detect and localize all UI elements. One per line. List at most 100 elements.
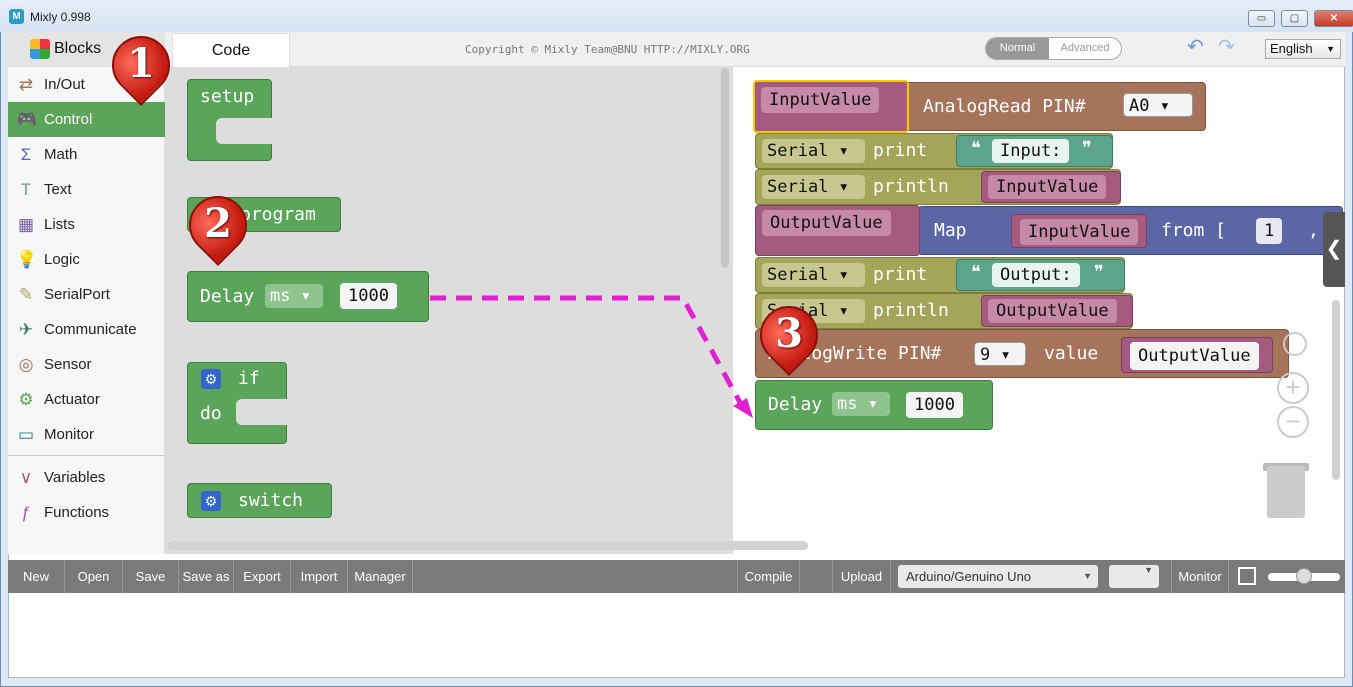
port-select[interactable]: ▼	[1109, 565, 1159, 588]
drag-arrow	[430, 295, 753, 418]
delay-value-field[interactable]: 1000	[340, 283, 397, 309]
mode-normal-option[interactable]: Normal	[986, 38, 1049, 59]
compile-button[interactable]: Compile	[737, 560, 800, 593]
toolbar-spacer	[800, 560, 833, 593]
text-block[interactable]: ❝ Output: ❞	[956, 259, 1125, 291]
mode-advanced-option[interactable]: Advanced	[1049, 38, 1121, 59]
undo-icon[interactable]: ↶	[1187, 37, 1209, 57]
workspace-vscrollbar[interactable]	[1332, 300, 1340, 480]
minimize-button[interactable]: ▭	[1248, 10, 1275, 27]
gear-icon[interactable]: ⚙	[201, 369, 221, 389]
set-outputvalue-block[interactable]: OutputValue	[755, 205, 920, 256]
from-value-field[interactable]: 1	[1256, 218, 1283, 244]
variable-get-block[interactable]: OutputValue	[1121, 337, 1273, 373]
delay-unit-dropdown[interactable]: ms ▾	[265, 284, 323, 308]
text-block[interactable]: ❝ Input: ❞	[956, 135, 1113, 167]
tab-code[interactable]: Code	[172, 33, 290, 67]
manager-button[interactable]: Manager	[348, 560, 413, 593]
export-button[interactable]: Export	[234, 560, 291, 593]
flyout-scrollbar[interactable]	[721, 68, 729, 268]
sidebar-item-variables[interactable]: ∨ Variables	[8, 460, 165, 495]
sidebar-toggle-icon[interactable]: ❮	[1323, 212, 1345, 287]
text-field[interactable]: Input:	[992, 139, 1070, 163]
output-console[interactable]	[9, 593, 1344, 677]
zoom-in-icon[interactable]: +	[1277, 372, 1309, 404]
setup-label: setup	[200, 86, 255, 107]
maximize-button[interactable]: ▢	[1281, 10, 1308, 27]
pin-dropdown[interactable]: A0 ▾	[1123, 93, 1193, 117]
map-block[interactable]: Map InputValue from [ 1 ,	[918, 206, 1343, 255]
setup-block[interactable]: setup	[187, 79, 273, 161]
workspace-hscrollbar[interactable]	[168, 541, 808, 550]
serial-dropdown[interactable]: Serial ▾	[762, 175, 865, 199]
monitor-button[interactable]: Monitor	[1171, 560, 1229, 593]
analogwrite-block[interactable]: AnalogWrite PIN# 9 ▾ value OutputValue	[755, 329, 1289, 378]
zoom-out-icon[interactable]: −	[1277, 406, 1309, 438]
sidebar-item-monitor[interactable]: ▭ Monitor	[8, 417, 165, 452]
marker-3-number: 3	[775, 310, 803, 357]
new-button[interactable]: New	[8, 560, 65, 593]
delay-unit-dropdown[interactable]: ms ▾	[832, 392, 890, 416]
redo-icon[interactable]: ↷	[1218, 37, 1240, 57]
serial-dropdown[interactable]: Serial ▾	[762, 139, 865, 163]
variable-field[interactable]: InputValue	[988, 175, 1107, 199]
communicate-icon: ✈	[18, 320, 34, 339]
sidebar-item-communicate[interactable]: ✈ Communicate	[8, 312, 165, 347]
variable-get-block[interactable]: OutputValue	[981, 295, 1133, 327]
quote-left-icon: ❝	[971, 262, 981, 282]
import-button[interactable]: Import	[291, 560, 348, 593]
variable-field[interactable]: OutputValue	[1130, 342, 1259, 370]
variable-get-block[interactable]: InputValue	[981, 171, 1121, 203]
center-icon[interactable]	[1283, 332, 1307, 356]
board-select[interactable]: Arduino/Genuino Uno ▼	[898, 565, 1098, 588]
sidebar-item-actuator[interactable]: ⚙ Actuator	[8, 382, 165, 417]
close-button[interactable]: ✕	[1314, 10, 1353, 27]
title-bar	[0, 0, 1353, 32]
save-button[interactable]: Save	[123, 560, 179, 593]
marker-2: 2	[176, 183, 260, 272]
mode-toggle[interactable]: Normal Advanced	[985, 37, 1122, 60]
switch-block[interactable]: ⚙ switch	[187, 483, 332, 518]
sidebar-item-functions[interactable]: ƒ Functions	[8, 495, 165, 530]
language-select[interactable]: English ▼	[1265, 39, 1341, 59]
gear-icon[interactable]: ⚙	[201, 491, 221, 511]
open-button[interactable]: Open	[65, 560, 123, 593]
serial-dropdown[interactable]: Serial ▾	[762, 263, 865, 287]
sidebar-item-label: Actuator	[44, 391, 100, 408]
variable-field[interactable]: OutputValue	[988, 299, 1117, 323]
marker-3: 3	[747, 293, 831, 382]
delay-block-workspace[interactable]: Delay ms ▾ 1000	[755, 380, 993, 430]
variable-field[interactable]: InputValue	[761, 87, 880, 113]
in-out-icon: ⇄	[18, 75, 34, 94]
sidebar-item-lists[interactable]: ▦ Lists	[8, 207, 165, 242]
sidebar-item-text[interactable]: T Text	[8, 172, 165, 207]
sidebar-item-sensor[interactable]: ◎ Sensor	[8, 347, 165, 382]
trash-icon[interactable]	[1267, 466, 1305, 518]
pin-dropdown[interactable]: 9 ▾	[974, 342, 1026, 366]
zoom-slider-handle[interactable]	[1296, 568, 1312, 584]
delay-value-field[interactable]: 1000	[906, 392, 963, 418]
variable-field[interactable]: InputValue	[1020, 219, 1139, 245]
save-as-button[interactable]: Save as	[179, 560, 234, 593]
chip-icon[interactable]	[1238, 567, 1256, 585]
set-inputvalue-block[interactable]: InputValue	[753, 80, 909, 133]
serial-print-block-2[interactable]: Serial ▾ print ❝ Output: ❞	[755, 257, 1125, 293]
statement-slot	[216, 118, 273, 144]
marker-1: 1	[99, 23, 183, 112]
sidebar-item-math[interactable]: Σ Math	[8, 137, 165, 172]
upload-button[interactable]: Upload	[833, 560, 891, 593]
serial-println-block[interactable]: Serial ▾ println InputValue	[755, 169, 1121, 205]
serial-print-block[interactable]: Serial ▾ print ❝ Input: ❞	[755, 133, 1113, 169]
if-block[interactable]: ⚙ if do	[187, 362, 288, 444]
variable-get-block[interactable]: InputValue	[1011, 214, 1147, 248]
marker-2-number: 2	[204, 200, 232, 247]
sidebar-item-serialport[interactable]: ✎ SerialPort	[8, 277, 165, 312]
delay-block-flyout[interactable]: Delay ms ▾ 1000	[187, 271, 429, 322]
tab-blocks-label[interactable]: Blocks	[54, 40, 101, 58]
pin-value: A0	[1129, 96, 1150, 116]
logic-icon: 💡	[16, 250, 38, 269]
sidebar-item-logic[interactable]: 💡 Logic	[8, 242, 165, 277]
print-label: print	[873, 140, 928, 161]
variable-field[interactable]: OutputValue	[762, 210, 891, 236]
text-field[interactable]: Output:	[992, 263, 1080, 287]
